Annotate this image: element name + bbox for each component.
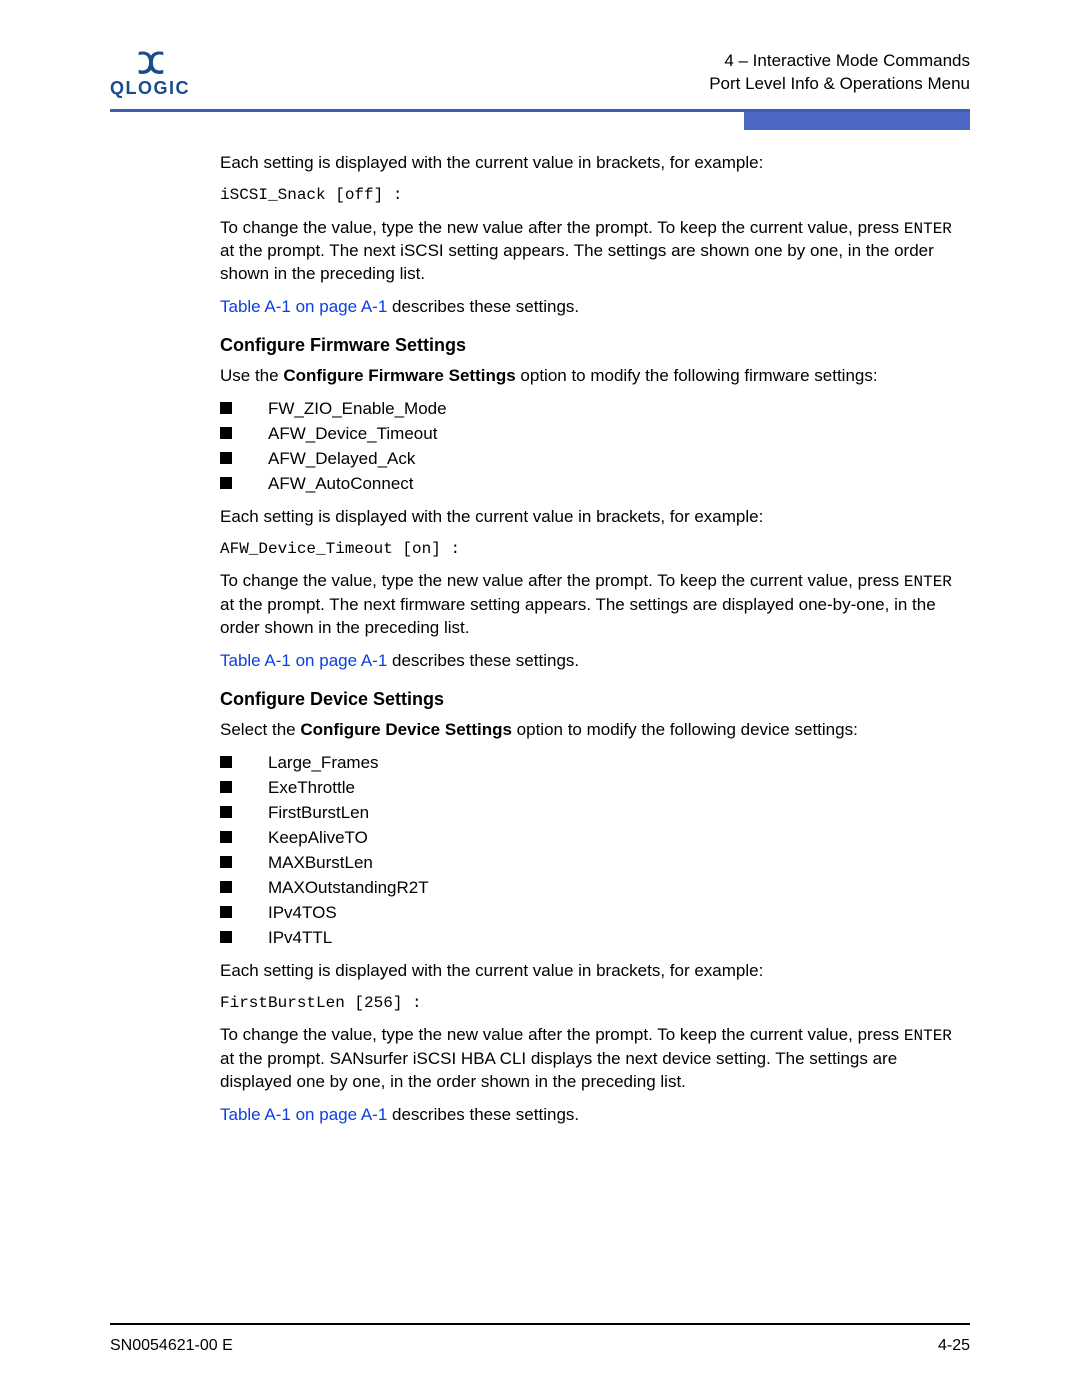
bullet-icon bbox=[220, 806, 232, 818]
list-item: AFW_Device_Timeout bbox=[220, 423, 955, 446]
list-item: FirstBurstLen bbox=[220, 802, 955, 825]
firmware-intro: Use the Configure Firmware Settings opti… bbox=[220, 365, 955, 388]
change-instructions-2: To change the value, type the new value … bbox=[220, 570, 955, 639]
table-link-3[interactable]: Table A-1 on page A-1 bbox=[220, 1105, 387, 1124]
change-instructions-3: To change the value, type the new value … bbox=[220, 1024, 955, 1093]
logo-icon: ⵋ bbox=[138, 50, 163, 78]
footer-page-number: 4-25 bbox=[938, 1337, 970, 1355]
bullet-icon bbox=[220, 452, 232, 464]
list-item: AFW_AutoConnect bbox=[220, 473, 955, 496]
table-reference-1: Table A-1 on page A-1 describes these se… bbox=[220, 296, 955, 319]
change-instructions-1: To change the value, type the new value … bbox=[220, 217, 955, 286]
code-sample-2: AFW_Device_Timeout [on] : bbox=[220, 539, 955, 561]
table-link-2[interactable]: Table A-1 on page A-1 bbox=[220, 651, 387, 670]
list-item: IPv4TTL bbox=[220, 927, 955, 950]
qlogic-logo: ⵋ QLOGIC bbox=[110, 50, 190, 97]
code-sample-3: FirstBurstLen [256] : bbox=[220, 993, 955, 1015]
header-text: 4 – Interactive Mode Commands Port Level… bbox=[709, 50, 970, 96]
bullet-icon bbox=[220, 781, 232, 793]
footer-rule bbox=[110, 1323, 970, 1325]
code-sample-1: iSCSI_Snack [off] : bbox=[220, 185, 955, 207]
page-container: ⵋ QLOGIC 4 – Interactive Mode Commands P… bbox=[0, 0, 1080, 1397]
enter-key: ENTER bbox=[904, 573, 952, 591]
list-item: Large_Frames bbox=[220, 752, 955, 775]
intro-paragraph: Each setting is displayed with the curre… bbox=[220, 152, 955, 175]
page-header: ⵋ QLOGIC 4 – Interactive Mode Commands P… bbox=[110, 50, 970, 97]
bullet-icon bbox=[220, 756, 232, 768]
bullet-icon bbox=[220, 931, 232, 943]
device-intro: Select the Configure Device Settings opt… bbox=[220, 719, 955, 742]
bullet-icon bbox=[220, 831, 232, 843]
list-item: ExeThrottle bbox=[220, 777, 955, 800]
firmware-list: FW_ZIO_Enable_Mode AFW_Device_Timeout AF… bbox=[220, 398, 955, 496]
heading-firmware: Configure Firmware Settings bbox=[220, 333, 955, 357]
heading-device: Configure Device Settings bbox=[220, 687, 955, 711]
bullet-icon bbox=[220, 856, 232, 868]
footer-doc-id: SN0054621-00 E bbox=[110, 1337, 233, 1355]
enter-key: ENTER bbox=[904, 1027, 952, 1045]
list-item: AFW_Delayed_Ack bbox=[220, 448, 955, 471]
table-link-1[interactable]: Table A-1 on page A-1 bbox=[220, 297, 387, 316]
table-reference-3: Table A-1 on page A-1 describes these se… bbox=[220, 1104, 955, 1127]
enter-key: ENTER bbox=[904, 220, 952, 238]
list-item: MAXBurstLen bbox=[220, 852, 955, 875]
list-item: KeepAliveTO bbox=[220, 827, 955, 850]
firmware-example-intro: Each setting is displayed with the curre… bbox=[220, 506, 955, 529]
main-content: Each setting is displayed with the curre… bbox=[220, 152, 955, 1127]
page-footer: SN0054621-00 E 4-25 bbox=[110, 1337, 970, 1355]
bullet-icon bbox=[220, 427, 232, 439]
header-line-1: 4 – Interactive Mode Commands bbox=[709, 50, 970, 73]
table-reference-2: Table A-1 on page A-1 describes these se… bbox=[220, 650, 955, 673]
list-item: MAXOutstandingR2T bbox=[220, 877, 955, 900]
header-line-2: Port Level Info & Operations Menu bbox=[709, 73, 970, 96]
accent-bar bbox=[744, 112, 970, 130]
list-item: FW_ZIO_Enable_Mode bbox=[220, 398, 955, 421]
bullet-icon bbox=[220, 881, 232, 893]
bullet-icon bbox=[220, 906, 232, 918]
device-list: Large_Frames ExeThrottle FirstBurstLen K… bbox=[220, 752, 955, 950]
bullet-icon bbox=[220, 402, 232, 414]
logo-text: QLOGIC bbox=[110, 79, 190, 97]
bullet-icon bbox=[220, 477, 232, 489]
list-item: IPv4TOS bbox=[220, 902, 955, 925]
device-example-intro: Each setting is displayed with the curre… bbox=[220, 960, 955, 983]
